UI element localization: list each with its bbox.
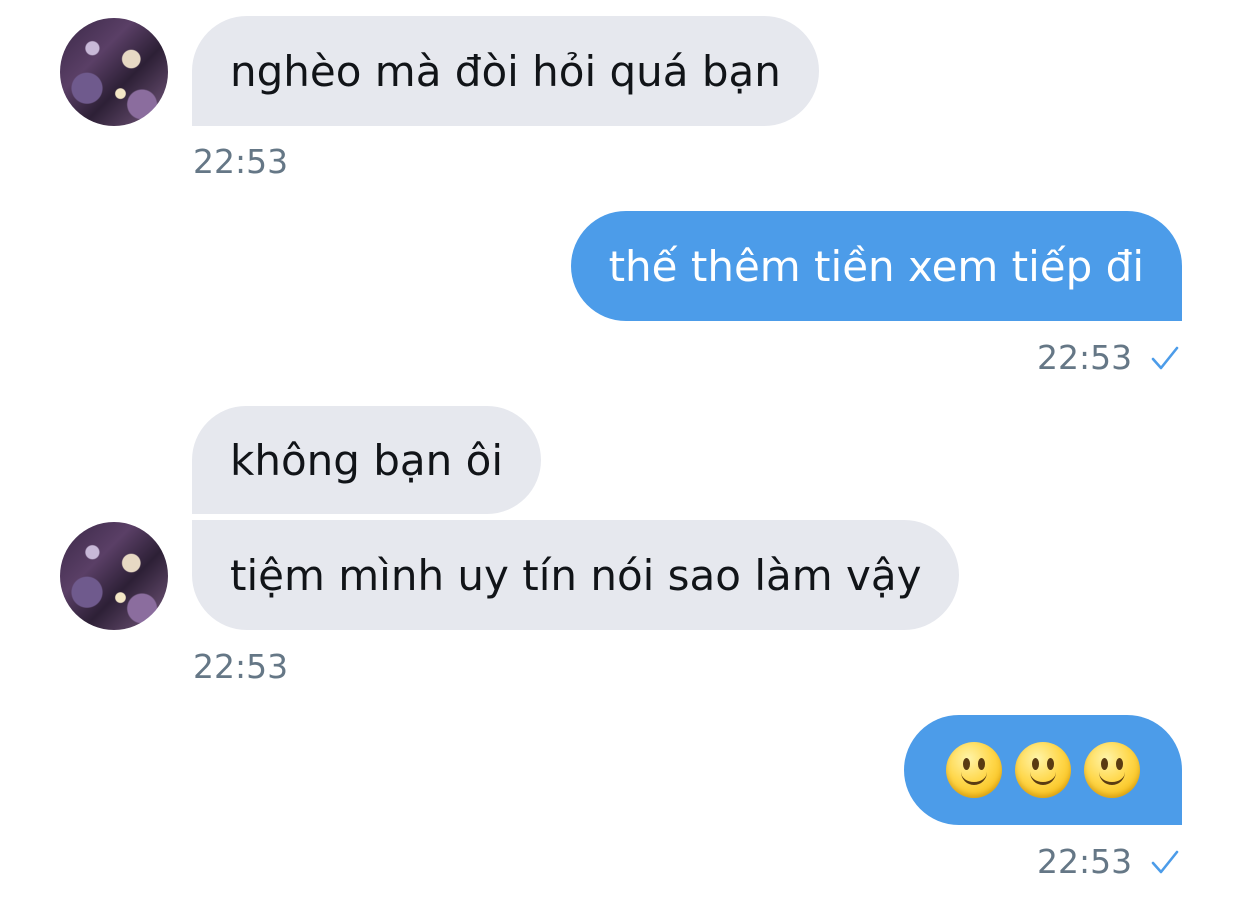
contact-avatar[interactable] <box>60 18 168 126</box>
message-text: nghèo mà đòi hỏi quá bạn <box>230 46 781 96</box>
message-timestamp: 22:53 <box>193 142 289 181</box>
slightly-smiling-face-icon <box>946 742 1002 798</box>
message-text <box>946 742 1140 798</box>
message-text: không bạn ôi <box>230 435 503 485</box>
message-timestamp: 22:53 <box>1037 338 1133 377</box>
slightly-smiling-face-icon <box>1084 742 1140 798</box>
message-timestamp: 22:53 <box>193 647 289 686</box>
checkmark-icon <box>1151 850 1179 874</box>
checkmark-icon <box>1151 346 1179 370</box>
outgoing-message-bubble[interactable]: thế thêm tiền xem tiếp đi <box>570 211 1182 321</box>
message-timestamp: 22:53 <box>1037 842 1133 881</box>
outgoing-message-bubble[interactable] <box>904 715 1182 825</box>
contact-avatar[interactable] <box>60 522 168 630</box>
incoming-message-bubble[interactable]: không bạn ôi <box>192 406 541 514</box>
message-text: thế thêm tiền xem tiếp đi <box>608 241 1144 291</box>
message-text: tiệm mình uy tín nói sao làm vậy <box>230 550 922 600</box>
incoming-message-bubble[interactable]: nghèo mà đòi hỏi quá bạn <box>192 16 819 126</box>
incoming-message-bubble[interactable]: tiệm mình uy tín nói sao làm vậy <box>192 520 960 630</box>
slightly-smiling-face-icon <box>1015 742 1071 798</box>
